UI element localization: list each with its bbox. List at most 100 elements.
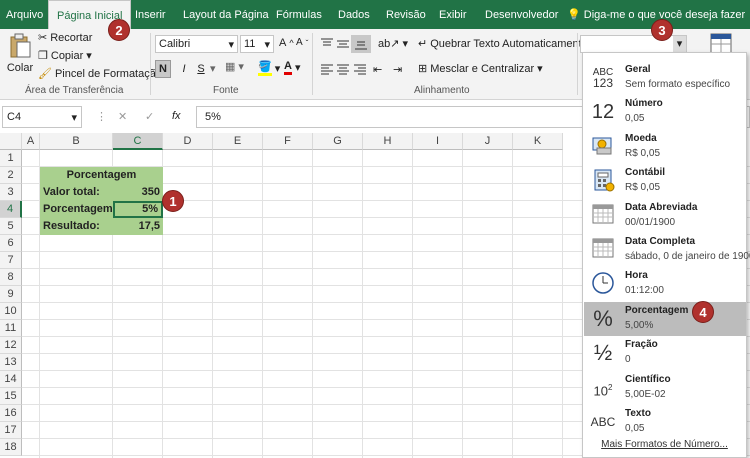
row-header[interactable]: 15	[0, 388, 22, 405]
column-header[interactable]: A	[22, 133, 40, 150]
align-bottom-button[interactable]	[351, 35, 371, 53]
column-header[interactable]: C	[113, 133, 163, 150]
chevron-down-icon: ▾	[86, 50, 92, 62]
number-icon: 12	[591, 101, 615, 124]
label-resultado[interactable]: Resultado:	[40, 218, 113, 235]
table-header[interactable]: Porcentagem	[40, 167, 163, 184]
outdent-icon: ⇤	[373, 64, 383, 76]
format-option-example: R$ 0,05	[625, 147, 661, 159]
column-header[interactable]: F	[263, 133, 313, 150]
align-right-button[interactable]	[353, 63, 367, 75]
chevron-down-icon[interactable]: ▾	[210, 62, 216, 75]
row-header[interactable]: 2	[0, 167, 22, 184]
column-header[interactable]: B	[40, 133, 113, 150]
font-name-select[interactable]: Calibri ▾	[155, 35, 238, 53]
tab-inserir[interactable]: Inserir	[135, 0, 166, 29]
paste-button[interactable]: Colar	[6, 33, 34, 74]
column-header[interactable]: E	[213, 133, 263, 150]
column-header[interactable]: H	[363, 133, 413, 150]
wrap-text-button[interactable]: ↵ Quebrar Texto Automaticamente	[418, 37, 588, 51]
tab-arquivo[interactable]: Arquivo	[6, 0, 43, 29]
row-header[interactable]: 5	[0, 218, 22, 235]
calendar-icon	[589, 203, 617, 229]
row-header[interactable]: 9	[0, 286, 22, 303]
format-painter-button[interactable]: 🖌 Pincel de Formatação	[38, 67, 162, 81]
column-header[interactable]: G	[313, 133, 363, 150]
column-header[interactable]: D	[163, 133, 213, 150]
format-option-dataabreviada[interactable]: Data Abreviada 00/01/1900	[584, 199, 746, 233]
align-middle-button[interactable]	[336, 38, 350, 50]
row-header[interactable]: 16	[0, 405, 22, 422]
row-header[interactable]: 4	[0, 201, 22, 218]
format-option-example: 0	[625, 354, 631, 366]
align-top-button[interactable]	[320, 38, 334, 50]
format-option-porcentagem[interactable]: % Porcentagem 5,00%	[584, 301, 746, 336]
label-valor-total[interactable]: Valor total:	[40, 184, 113, 201]
row-header[interactable]: 12	[0, 337, 22, 354]
row-header[interactable]: 11	[0, 320, 22, 337]
row-header[interactable]: 17	[0, 422, 22, 439]
more-number-formats-link[interactable]: Mais Formatos de Número...	[583, 439, 746, 450]
format-option-texto[interactable]: ABC Texto 0,05	[584, 405, 746, 439]
value-valor-total[interactable]: 350	[113, 184, 163, 201]
format-option-example: 0,05	[625, 423, 645, 434]
row-header[interactable]: 13	[0, 354, 22, 371]
name-box[interactable]: C4 ▾	[2, 106, 82, 128]
confirm-icon[interactable]: ✓	[145, 110, 154, 123]
format-option-geral[interactable]: ABC 123 Geral Sem formato específico	[584, 61, 746, 95]
tab-desenvolvedor[interactable]: Desenvolvedor	[485, 0, 558, 29]
number-format-select[interactable]: ▾	[580, 35, 687, 53]
borders-button[interactable]: ▦ ▾	[225, 60, 244, 73]
tab-revisao[interactable]: Revisão	[386, 0, 426, 29]
merge-center-button[interactable]: ⊞ Mesclar e Centralizar ▾	[418, 62, 543, 76]
name-box-value: C4	[7, 111, 22, 123]
copy-button[interactable]: ❐ Copiar ▾	[38, 49, 92, 63]
format-option-hora[interactable]: Hora 01:12:00	[584, 267, 746, 301]
column-header[interactable]: I	[413, 133, 463, 150]
tab-layout[interactable]: Layout da Página	[183, 0, 269, 29]
font-size-select[interactable]: 11 ▾	[240, 35, 274, 53]
format-option-frao[interactable]: ½ Fração 0	[584, 336, 746, 370]
format-option-datacompleta[interactable]: Data Completa sábado, 0 de janeiro de 190…	[584, 233, 750, 267]
value-porcentagem-selected[interactable]: 5%	[113, 201, 163, 218]
increase-indent-button[interactable]: ⇥	[393, 63, 402, 76]
orientation-button[interactable]: ab↗ ▾	[378, 37, 408, 50]
row-header[interactable]: 1	[0, 150, 22, 167]
row-header[interactable]: 18	[0, 439, 22, 456]
row-header[interactable]: 6	[0, 235, 22, 252]
format-option-name: Geral	[625, 64, 651, 75]
select-all-corner[interactable]	[0, 133, 22, 150]
tab-exibir[interactable]: Exibir	[439, 0, 467, 29]
format-option-cientfico[interactable]: 102 Científico 5,00E-02	[584, 371, 746, 405]
tab-formulas[interactable]: Fórmulas	[276, 0, 322, 29]
bold-button[interactable]: N	[155, 60, 171, 78]
copy-icon: ❐	[38, 50, 48, 62]
align-center-button[interactable]	[336, 63, 350, 75]
row-header[interactable]: 7	[0, 252, 22, 269]
format-option-nmero[interactable]: 12 Número 0,05	[584, 95, 746, 129]
borders-icon: ▦	[225, 61, 236, 73]
increase-font-button[interactable]: A ^	[279, 37, 294, 49]
decrease-font-button[interactable]: Aˇ	[296, 37, 308, 48]
cancel-icon[interactable]: ✕	[118, 110, 127, 123]
fill-color-button[interactable]: 🪣 ▾	[258, 60, 280, 76]
row-header[interactable]: 14	[0, 371, 22, 388]
insert-function-button[interactable]: fx	[172, 110, 181, 122]
font-color-button[interactable]: A ▾	[284, 60, 300, 75]
cut-button[interactable]: ✂ Recortar	[38, 31, 92, 45]
row-header[interactable]: 3	[0, 184, 22, 201]
label-porcentagem[interactable]: Porcentagem:	[40, 201, 116, 218]
format-option-contbil[interactable]: Contábil R$ 0,05	[584, 164, 746, 198]
value-resultado[interactable]: 17,5	[113, 218, 163, 235]
fill-bucket-icon: 🪣	[258, 60, 272, 76]
row-header[interactable]: 10	[0, 303, 22, 320]
italic-button[interactable]: I	[177, 60, 191, 78]
decrease-indent-button[interactable]: ⇤	[373, 63, 382, 76]
tab-dados[interactable]: Dados	[338, 0, 370, 29]
column-header[interactable]: J	[463, 133, 513, 150]
align-left-button[interactable]	[320, 63, 334, 75]
row-header[interactable]: 8	[0, 269, 22, 286]
underline-button[interactable]: S	[194, 60, 208, 78]
column-header[interactable]: K	[513, 133, 563, 150]
format-option-moeda[interactable]: Moeda R$ 0,05	[584, 130, 746, 164]
